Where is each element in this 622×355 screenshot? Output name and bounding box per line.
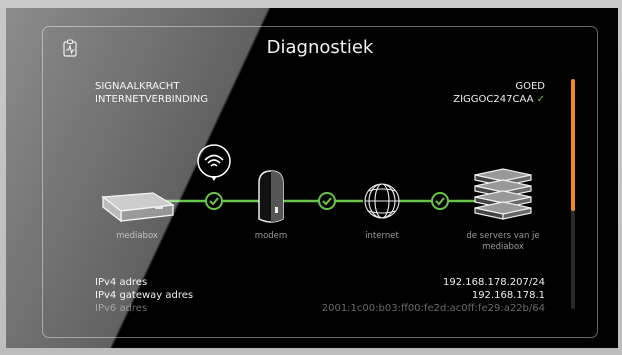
signal-strength-label: SIGNAALKRACHT <box>95 81 180 92</box>
ipv4-gateway-row: IPv4 gateway adres 192.168.178.1 <box>95 290 545 303</box>
ipv4-row: IPv4 adres 192.168.178.207/24 <box>95 277 545 290</box>
signal-strength-row: SIGNAALKRACHT GOED <box>95 81 545 94</box>
ipv6-value: 2001:1c00:b03:ff00:fe2d:ac0ff:fe29:a22b/… <box>321 303 545 314</box>
internet-connection-label: INTERNETVERBINDING <box>95 94 208 105</box>
internet-connection-row: INTERNETVERBINDING ZIGGOC247CAA ✓ <box>95 94 545 107</box>
modem-icon <box>258 170 284 223</box>
diagnostics-panel: Diagnostiek SIGNAALKRACHT GOED INTERNETV… <box>42 26 598 338</box>
ipv6-label: IPv6 adres <box>95 303 148 314</box>
globe-icon <box>364 183 400 219</box>
ipv6-row: IPv6 adres 2001:1c00:b03:ff00:fe2d:ac0ff… <box>95 303 545 316</box>
ipv4-label: IPv4 adres <box>95 277 148 288</box>
mediabox-icon <box>101 192 175 223</box>
device-label-modem: modem <box>254 231 288 241</box>
check-mediabox-modem-icon <box>205 192 223 210</box>
wifi-icon <box>197 144 231 181</box>
scrollbar[interactable] <box>571 79 575 309</box>
internet-connection-value-wrap: ZIGGOC247CAA ✓ <box>453 94 545 105</box>
check-icon: ✓ <box>536 94 545 105</box>
scrollbar-thumb[interactable] <box>571 79 575 211</box>
page-title: Diagnostiek <box>266 37 374 58</box>
server-stack-icon <box>474 168 532 220</box>
device-label-mediabox: mediabox <box>116 231 158 241</box>
device-label-servers: de servers van je mediabox <box>466 231 540 252</box>
check-modem-internet-icon <box>318 192 336 210</box>
tv-screen: Diagnostiek SIGNAALKRACHT GOED INTERNETV… <box>6 8 618 348</box>
ipv4-gateway-label: IPv4 gateway adres <box>95 290 194 301</box>
internet-connection-value: ZIGGOC247CAA <box>453 94 534 105</box>
check-internet-servers-icon <box>431 192 449 210</box>
signal-strength-value: GOED <box>515 81 545 92</box>
ipv4-value: 192.168.178.207/24 <box>443 277 545 288</box>
device-label-internet: internet <box>365 231 399 241</box>
ipv4-gateway-value: 192.168.178.1 <box>471 290 545 301</box>
